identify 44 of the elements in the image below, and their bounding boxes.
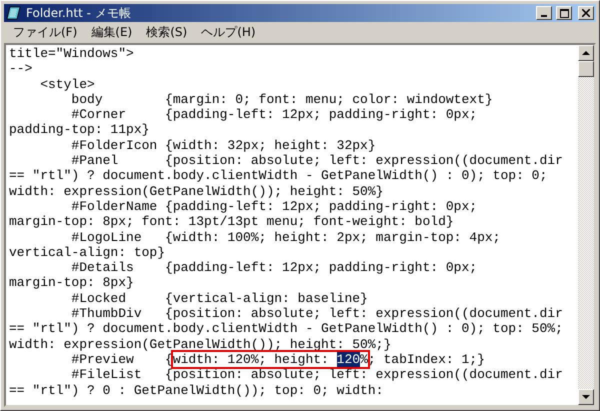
code-line: -->: [9, 61, 34, 77]
scroll-thumb[interactable]: [578, 61, 594, 77]
code-line: #FolderName {padding-left: 12px; padding-right: 0px;: [70, 198, 478, 214]
code-text: ; tabIndex: 1;}: [368, 352, 485, 367]
close-icon: [582, 9, 590, 17]
code-line: #Details {padding-left: 12px; padding-right: 0px;: [70, 260, 478, 276]
window-title: Folder.htt - メモ帳: [26, 4, 132, 22]
code-line: #Panel {position: absolute; left: expression((document.dir: [70, 153, 564, 168]
scroll-up-button[interactable]: [578, 45, 594, 61]
vertical-scrollbar[interactable]: [578, 45, 594, 405]
code-line: #FolderIcon {width: 32px; height: 32px}: [70, 138, 377, 154]
up-arrow-icon: [582, 50, 590, 56]
code-line: margin-top: 8px}: [9, 275, 135, 291]
down-arrow-icon: [582, 394, 590, 400]
code-line: == "rtl") ? document.body.clientWidth - GetPanelWidth() : 0); top: 0;: [9, 168, 548, 184]
menu-item[interactable]: ファイル(F): [6, 24, 84, 41]
code-text: width: 120%; height:: [172, 352, 330, 367]
code-line: #LogoLine {width: 100%; height: 2px; margin-top: 4px;: [70, 230, 502, 245]
code-line: vertical-align: top}: [9, 244, 166, 260]
code-line: width: expression(GetPanelWidth()); height: 50%;}: [9, 336, 392, 352]
maximize-icon: [560, 8, 568, 18]
selected-text: 120: [336, 352, 360, 367]
menu-item[interactable]: 編集(E): [84, 24, 140, 41]
code-line: body {margin: 0; font: menu; color: windowtext}: [70, 92, 494, 108]
code-line: width: expression(GetPanelWidth()); height: 50%}: [9, 184, 384, 199]
menu-item[interactable]: ヘルプ(H): [194, 24, 263, 41]
code-line: #Locked {vertical-align: baseline}: [70, 290, 369, 306]
scroll-down-button[interactable]: [578, 389, 594, 405]
code-line: padding-top: 11px}: [9, 122, 150, 138]
minimize-button[interactable]: [536, 6, 552, 20]
maximize-button[interactable]: [556, 6, 572, 20]
notepad-icon: [6, 6, 22, 20]
code-line: title="Windows">: [9, 46, 135, 62]
code-text: %: [360, 352, 368, 367]
code-line: <style>: [39, 76, 96, 92]
code-line: #FileList {position: absolute; left: expression((document.dir: [70, 367, 564, 383]
code-text: #Preview {: [70, 352, 173, 367]
menu-item[interactable]: 検索(S): [139, 24, 194, 41]
code-line: == "rtl") ? 0 : GetPanelWidth()); top: 0; width:: [9, 382, 384, 398]
close-button[interactable]: [578, 6, 594, 20]
code-line: #ThumbDiv {position: absolute; left: expression((document.dir: [70, 306, 564, 322]
code-line: == "rtl") ? document.body.clientWidth - GetPanelWidth() : 0); top: 50%;: [9, 321, 564, 337]
code-line: #Corner {padding-left: 12px; padding-right: 0px;: [70, 107, 478, 122]
code-line: margin-top: 8px; font: 13pt/13pt menu; font-weight: bold}: [9, 214, 455, 230]
